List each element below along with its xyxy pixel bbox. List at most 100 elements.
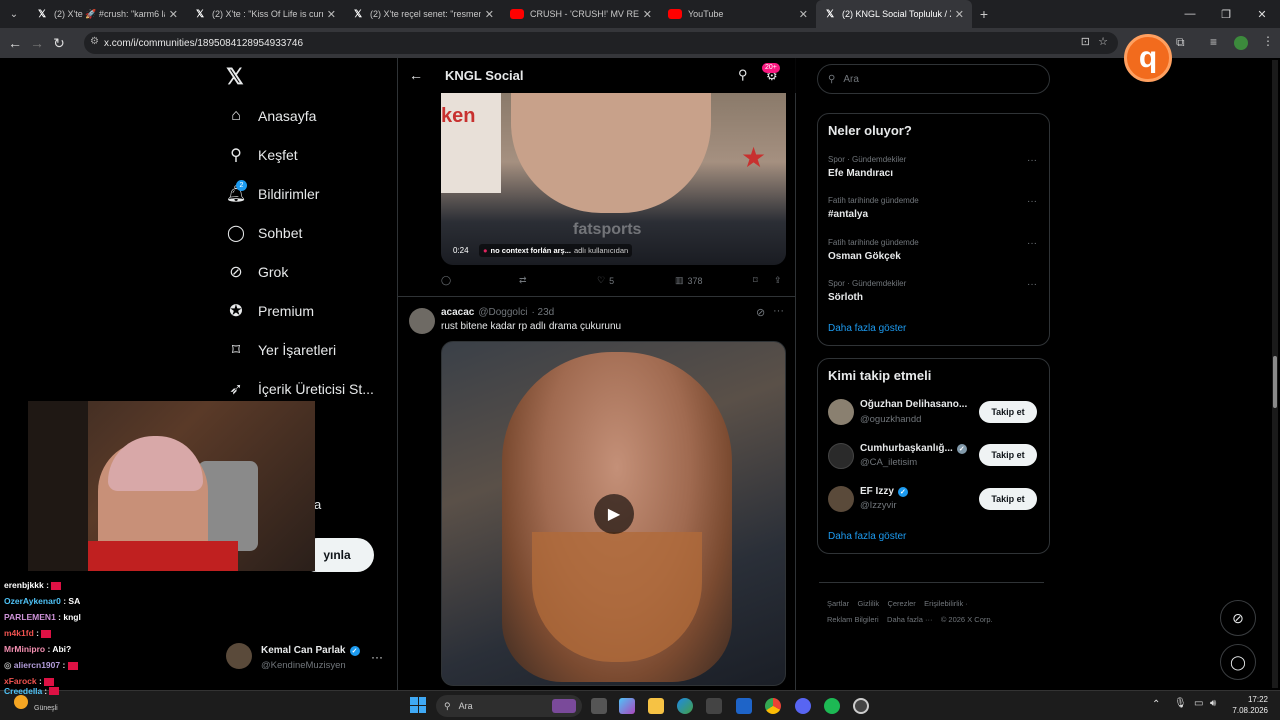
share-icon[interactable]: ⇪ [774, 275, 782, 286]
store-icon[interactable] [706, 698, 722, 714]
scrollbar-thumb[interactable] [1273, 356, 1277, 408]
nav-creator-studio[interactable]: ➶ İçerik Üreticisi St... [226, 379, 374, 399]
window-close-button[interactable]: ✕ [1244, 8, 1280, 21]
new-tab-button[interactable]: + [972, 6, 996, 22]
trend-item[interactable]: Spor · Gündemdekiler Efe Mandıracı [828, 155, 906, 179]
browser-tab-6[interactable]: 𝕏 (2) KNGL Social Topluluk / X ✕ [816, 0, 972, 28]
address-bar[interactable]: ⚙ x.com/i/communities/189508412895493374… [84, 32, 1118, 54]
reload-button[interactable]: ↻ [48, 35, 70, 52]
task-view-icon[interactable] [591, 698, 607, 714]
bookmark-star-icon[interactable]: ☆ [1098, 35, 1108, 48]
back-button[interactable]: ← [4, 35, 26, 51]
minimize-button[interactable]: — [1172, 8, 1208, 20]
back-arrow-icon[interactable]: ← [409, 67, 423, 83]
like-button[interactable]: ♡ 5 [597, 275, 614, 286]
display-icon[interactable]: ▭ [1194, 698, 1203, 709]
search-input[interactable]: ⚲ Ara [817, 64, 1050, 94]
show-more-link[interactable]: Daha fazla göster [828, 531, 906, 542]
close-icon[interactable]: ✕ [485, 8, 494, 21]
close-icon[interactable]: ✕ [643, 8, 652, 21]
more-dots-icon[interactable]: ··· [773, 305, 784, 317]
post-author-handle[interactable]: @Doggolci [478, 307, 527, 318]
footer-link[interactable]: Şartlar [827, 599, 849, 608]
more-dots-icon[interactable]: ··· [1027, 238, 1037, 249]
microphone-icon[interactable]: 🎙︎ [1174, 698, 1187, 709]
follow-name[interactable]: EF Izzy ✓ [860, 486, 908, 497]
close-icon[interactable]: ✕ [799, 8, 808, 21]
repost-icon[interactable]: ⇄ [519, 275, 527, 286]
follow-button[interactable]: Takip et [979, 444, 1037, 466]
clock[interactable]: 17:22 7.08.2026 [1228, 694, 1268, 716]
footer-link[interactable]: Çerezler [887, 599, 915, 608]
nav-chat[interactable]: ◯ Sohbet [226, 223, 302, 243]
tray-overflow-icon[interactable]: ⌃ [1152, 699, 1160, 710]
reply-icon[interactable]: ◯ [441, 275, 451, 286]
views-button[interactable]: ▥ 378 [675, 275, 703, 286]
tab-search-chevron-icon[interactable]: ⌄ [0, 9, 28, 20]
reading-list-icon[interactable]: ≡ [1210, 35, 1217, 49]
footer-link[interactable]: Reklam Bilgileri [827, 615, 879, 624]
browser-tab-5[interactable]: YouTube ✕ [660, 0, 816, 28]
nav-explore[interactable]: ⚲ Keşfet [226, 145, 298, 165]
more-dots-icon[interactable]: ··· [1027, 279, 1037, 290]
install-app-icon[interactable]: ⊡ [1081, 35, 1090, 48]
chrome-icon[interactable] [765, 698, 781, 714]
footer-link[interactable]: Erişilebilirlik [924, 599, 963, 608]
nav-partial-label[interactable]: a [314, 497, 321, 512]
nav-grok[interactable]: ⊘ Grok [226, 262, 288, 282]
bookmark-icon[interactable]: ⌑ [753, 275, 758, 286]
play-button[interactable]: ▶ [594, 494, 634, 534]
profile-avatar[interactable] [1234, 36, 1248, 50]
footer-link[interactable]: Gizlilik [857, 599, 879, 608]
extensions-icon[interactable]: ⧉ [1176, 35, 1185, 50]
profile-name[interactable]: Kemal Can Parlak ✓ [261, 645, 360, 656]
footer-link[interactable]: Daha fazla ··· [887, 615, 932, 624]
avatar[interactable] [828, 486, 854, 512]
post-time[interactable]: · 23d [531, 307, 554, 318]
post-author-name[interactable]: acacac [441, 307, 474, 318]
more-dots-icon[interactable]: ··· [1027, 155, 1037, 166]
follow-name[interactable]: Cumhurbaşkanlığ... ✓ [860, 443, 967, 454]
nav-notifications[interactable]: 🔔︎ 2 Bildirimler [226, 180, 319, 204]
video-player[interactable]: ken ★ fatsports 0:24 ● no context forlán … [441, 93, 786, 265]
page-scrollbar[interactable] [1272, 60, 1278, 688]
browser-tab-4[interactable]: CRUSH - 'CRUSH!' MV REACTIO ✕ [502, 0, 660, 28]
discord-icon[interactable] [795, 698, 811, 714]
follow-name[interactable]: Oğuzhan Delihasano... [860, 399, 967, 410]
nav-bookmarks[interactable]: ⌑ Yer İşaretleri [226, 340, 336, 360]
video-player[interactable]: ▶ [441, 341, 786, 686]
forward-button[interactable]: → [26, 35, 48, 51]
obs-icon[interactable] [853, 698, 869, 714]
avatar[interactable] [828, 443, 854, 469]
show-more-link[interactable]: Daha fazla göster [828, 323, 906, 334]
close-icon[interactable]: ✕ [169, 8, 178, 21]
nav-premium[interactable]: ✪ Premium [226, 301, 314, 321]
trend-item[interactable]: Fatih tarihinde gündemde Osman Gökçek [828, 238, 919, 262]
grok-icon[interactable]: ⊘ [756, 306, 765, 319]
close-icon[interactable]: ✕ [327, 8, 336, 21]
messages-float-button[interactable]: ◯ [1220, 644, 1256, 680]
x-logo-icon[interactable]: 𝕏 [226, 64, 244, 90]
copilot-icon[interactable] [619, 698, 635, 714]
taskbar-search[interactable]: ⚲ Ara [436, 695, 582, 717]
search-icon[interactable]: ⚲ [738, 67, 748, 83]
follow-button[interactable]: Takip et [979, 401, 1037, 423]
trend-item[interactable]: Fatih tarihinde gündemde #antalya [828, 196, 919, 220]
avatar[interactable] [226, 643, 252, 669]
close-icon[interactable]: ✕ [955, 8, 964, 21]
grok-float-button[interactable]: ⊘ [1220, 600, 1256, 636]
video-attribution[interactable]: ● no context forlán arş... adlı kullanıcıd… [479, 244, 633, 257]
avatar[interactable] [828, 399, 854, 425]
browser-tab-1[interactable]: 𝕏 (2) X'te 🚀 #crush: "karm6 lans ✕ [28, 0, 186, 28]
edge-icon[interactable] [677, 698, 693, 714]
site-info-icon[interactable]: ⚙ [90, 36, 99, 47]
browser-tab-3[interactable]: 𝕏 (2) X'te reçel senet: "resmen ayı ✕ [344, 0, 502, 28]
nav-home[interactable]: ⌂ Anasayfa [226, 106, 316, 126]
file-explorer-icon[interactable] [648, 698, 664, 714]
follow-button[interactable]: Takip et [979, 488, 1037, 510]
windows-start-icon[interactable] [410, 697, 426, 713]
mail-icon[interactable] [736, 698, 752, 714]
volume-icon[interactable]: 🔊︎ [1210, 698, 1216, 709]
trend-item[interactable]: Spor · Gündemdekiler Sörloth [828, 279, 906, 303]
browser-menu-icon[interactable]: ⋮ [1262, 34, 1274, 48]
